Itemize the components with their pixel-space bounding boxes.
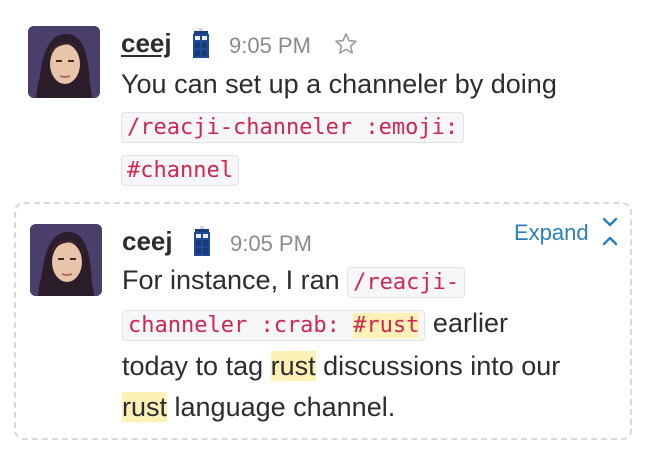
message-text-after-code: earlier	[432, 308, 508, 338]
timestamp[interactable]: 9:05 PM	[229, 33, 311, 59]
message-text-intro: For instance, I ran	[122, 265, 340, 295]
message-text-line: language channel.	[167, 392, 396, 422]
message-text: You can set up a channeler by doing /rea…	[121, 64, 621, 191]
message-2: ceej 9:05 PM Expand For instance, I ran …	[0, 200, 648, 440]
search-highlight: rust	[122, 392, 168, 422]
inline-code-text: channeler :crab:	[128, 313, 354, 338]
message-text-intro: You can set up a channeler by doing	[121, 69, 557, 99]
inline-code: #channel	[121, 155, 239, 186]
author-name[interactable]: ceej	[121, 28, 172, 59]
avatar[interactable]	[28, 26, 100, 98]
message-1: ceej 9:05 PM You can set up a channeler …	[0, 0, 648, 200]
avatar[interactable]	[30, 224, 102, 296]
tardis-icon	[194, 226, 210, 256]
message-text-line: today to tag	[122, 351, 271, 381]
search-highlight: #rust	[353, 313, 420, 338]
message-text-line: discussions into our	[315, 351, 561, 381]
inline-code: channeler :crab: #rust	[122, 310, 426, 341]
inline-code: /reacji-	[347, 267, 466, 298]
expand-link[interactable]: Expand	[514, 220, 589, 246]
message-text: For instance, I ran /reacji- channeler :…	[122, 260, 622, 428]
timestamp: 9:05 PM	[230, 231, 312, 256]
expand-chevron-icon[interactable]	[601, 214, 619, 248]
star-icon[interactable]	[334, 32, 358, 56]
author-name[interactable]: ceej	[122, 226, 173, 257]
search-highlight: rust	[270, 351, 316, 381]
tardis-icon	[193, 28, 209, 58]
inline-code: /reacji-channeler :emoji:	[121, 112, 465, 143]
